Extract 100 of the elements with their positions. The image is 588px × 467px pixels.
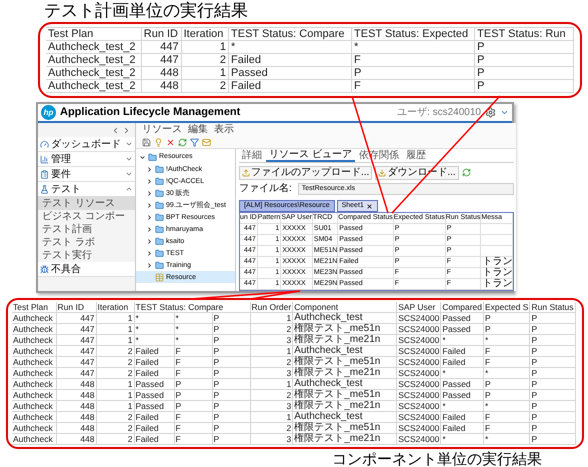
table-cell: Failed (440, 346, 484, 356)
table-cell: Authcheck (12, 422, 56, 434)
table-cell: 1 (250, 312, 293, 324)
table-cell: Failed (134, 422, 174, 434)
table-cell: P (212, 356, 250, 368)
table-cell: P (212, 334, 250, 346)
menu-item[interactable]: 編集 (188, 124, 208, 135)
table-cell: * (440, 434, 484, 444)
table-cell: Authcheck (12, 324, 56, 334)
table-cell: 1 (250, 412, 293, 422)
sidebar-item-label: ビジネス コンポー (42, 211, 125, 222)
sidebar-item[interactable]: テスト リソース (38, 197, 135, 210)
sidebar-label: テスト (51, 184, 81, 194)
table-cell: P (484, 312, 530, 324)
table-cell: F (484, 422, 530, 434)
sidebar-label: 要件 (51, 168, 71, 180)
table-cell: Failed (228, 54, 352, 66)
table-cell: 権限テスト_me51n (292, 356, 397, 368)
table-cell: 2 (96, 434, 134, 444)
table-cell: 権限テスト_me51n (292, 324, 397, 334)
table-cell: SCS24000 (396, 434, 441, 444)
app-title: Application Lifecycle Management (60, 105, 240, 120)
table-cell: Failed (134, 412, 174, 422)
sidebar-section[interactable]: テスト (38, 182, 135, 197)
column-header: Test Plan (12, 302, 56, 312)
field-label: ファイル名: (239, 183, 292, 194)
table-cell: F (174, 434, 212, 444)
sidebar-section[interactable]: 要件 (38, 167, 135, 182)
table-cell: F (352, 54, 475, 66)
menu-item[interactable]: 表示 (214, 124, 234, 135)
table-cell: 2 (250, 422, 293, 434)
table-cell: 2 (96, 356, 134, 368)
table-cell: P (174, 378, 212, 390)
tab[interactable]: 履歴 (402, 148, 429, 162)
heading: テスト計画単位の実行結果 (44, 0, 249, 22)
sidebar-item[interactable]: テスト実行 (38, 249, 135, 262)
table-cell: 1 (96, 400, 134, 412)
table-cell: P (530, 368, 576, 378)
sidebar-section[interactable]: 管理 (38, 152, 135, 167)
table-cell: 3 (250, 368, 293, 378)
table-cell: 448 (56, 422, 96, 434)
table-cell: 2 (181, 80, 229, 92)
table-cell: * (174, 312, 212, 324)
table-cell: 2 (250, 356, 293, 368)
menu-item[interactable]: リソース (142, 124, 182, 135)
upload-button[interactable]: ファイルのアップロード... (239, 166, 372, 180)
table-cell: 1 (96, 312, 134, 324)
table-cell: 447 (56, 356, 96, 368)
table-cell: P (474, 80, 574, 92)
table-cell: Authcheck_test_2 (46, 40, 142, 54)
table-cell: Authcheck_test_2 (46, 66, 142, 80)
table-cell: Failed (134, 346, 174, 356)
table-cell: F (352, 80, 475, 92)
table-cell: 1 (96, 324, 134, 334)
table-cell: P (530, 312, 576, 324)
tab[interactable]: リソース ビューア (266, 148, 355, 162)
table-cell: P (484, 324, 530, 334)
sidebar-item[interactable]: テスト ラボ (38, 236, 135, 249)
table-cell: P (212, 378, 250, 390)
table-cell: P (530, 422, 576, 434)
column-header: Run Status (530, 302, 576, 312)
table-cell: P (212, 390, 250, 400)
table-cell: Failed (440, 356, 484, 368)
sidebar-item-label: テスト リソース (42, 198, 115, 209)
table-cell: P (352, 66, 475, 80)
sidebar-item[interactable]: テスト計画 (38, 223, 135, 236)
column-header: SAP User (396, 302, 441, 312)
table-cell: Authcheck (12, 346, 56, 356)
column-header: Test Plan (46, 28, 142, 40)
table-cell: 3 (250, 334, 293, 346)
table-cell: P (530, 356, 576, 368)
table-cell: Passed (440, 378, 484, 390)
table-cell: 448 (56, 378, 96, 390)
table-cell: * (440, 368, 484, 378)
sidebar-item[interactable]: ビジネス コンポー (38, 210, 135, 223)
table-cell: 権限テスト_me21n (292, 334, 397, 346)
table-cell: SCS24000 (396, 400, 441, 412)
table-cell: SCS24000 (396, 412, 441, 422)
column-header: TEST Status: Expected (352, 28, 475, 40)
table-cell: P (212, 346, 250, 356)
table-cell: P (530, 334, 576, 346)
table-cell: F (174, 368, 212, 378)
table-cell: Passed (134, 390, 174, 400)
table-cell: Passed (440, 312, 484, 324)
table-cell: P (530, 378, 576, 390)
table-cell: 448 (56, 400, 96, 412)
table-cell: 1 (96, 378, 134, 390)
table-cell: * (484, 434, 530, 444)
sidebar-section[interactable]: ダッシュボード (38, 137, 135, 152)
table-cell: 1 (250, 346, 293, 356)
sidebar-section[interactable]: 不具合 (38, 262, 135, 277)
table-cell: F (174, 346, 212, 356)
table-cell: F (484, 412, 530, 422)
table-cell: Authcheck_test (292, 346, 397, 356)
table-cell: Failed (440, 422, 484, 434)
column-header: Run ID (56, 302, 96, 312)
table-cell: 2 (96, 346, 134, 356)
table-cell: SCS24000 (396, 368, 441, 378)
table-cell: Authcheck (12, 356, 56, 368)
tab[interactable]: 詳細 (239, 148, 265, 162)
